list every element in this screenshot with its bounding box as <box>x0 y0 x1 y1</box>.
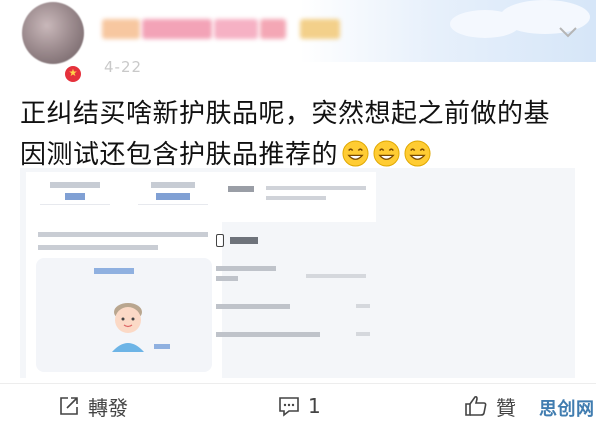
username-blurred[interactable] <box>102 16 340 42</box>
avatar[interactable] <box>22 2 84 64</box>
like-button[interactable]: 贊 <box>464 392 516 420</box>
image-product-head <box>216 234 258 247</box>
comment-count: 1 <box>308 394 321 418</box>
repost-button[interactable]: 轉發 <box>58 392 128 420</box>
grin-emoji-icon <box>342 140 369 167</box>
chevron-down-icon[interactable] <box>557 24 579 40</box>
post-text-line-2-text: 因测试还包含护肤品推荐的 <box>20 140 339 170</box>
watermark-text: 思创网 <box>539 399 595 420</box>
face-illustration <box>112 303 144 352</box>
verified-badge-icon: ★ <box>63 64 83 84</box>
header-background <box>300 0 596 62</box>
image-left-card <box>26 172 222 378</box>
repost-label: 轉發 <box>88 395 128 420</box>
post-text: 正纠结买啥新护肤品呢，突然想起之前做的基 因测试还包含护肤品推荐的 <box>20 94 580 176</box>
grin-emoji-icon <box>404 140 431 167</box>
post-date: 4-22 <box>104 58 143 76</box>
action-divider <box>0 383 596 384</box>
post-image[interactable] <box>20 168 575 378</box>
repost-icon <box>60 397 78 415</box>
image-right-card <box>216 172 376 222</box>
comment-icon <box>279 397 299 417</box>
post-text-line-1: 正纠结买啥新护肤品呢，突然想起之前做的基 <box>20 99 551 129</box>
grin-emoji-icon <box>373 140 400 167</box>
bottle-icon <box>216 234 224 247</box>
like-label: 贊 <box>496 395 516 420</box>
comment-button[interactable]: 1 <box>278 392 321 420</box>
thumbs-up-icon <box>465 395 487 416</box>
